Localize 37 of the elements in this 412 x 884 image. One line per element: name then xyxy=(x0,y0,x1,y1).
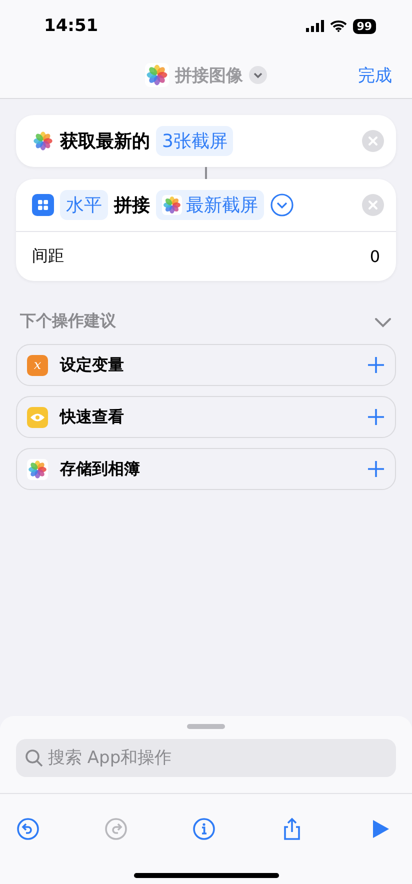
suggestion-item[interactable]: 快速查看 xyxy=(16,396,396,438)
parameter-token[interactable]: 3张截屏 xyxy=(156,126,234,156)
photos-icon xyxy=(162,195,182,215)
battery-level: 99 xyxy=(352,18,376,34)
undo-icon[interactable] xyxy=(16,816,40,840)
photos-icon xyxy=(145,63,169,87)
wifi-icon xyxy=(330,20,347,32)
dropdown-icon[interactable] xyxy=(249,66,267,84)
action-text: 获取最新的 xyxy=(60,130,150,153)
section-title: 下个操作建议 xyxy=(20,311,116,332)
search-field[interactable]: 搜索 App和操作 xyxy=(16,739,396,777)
add-icon[interactable] xyxy=(367,408,385,426)
option-label: 间距 xyxy=(32,246,64,267)
eye-icon xyxy=(27,406,48,428)
status-time: 14:51 xyxy=(44,16,98,36)
expand-icon[interactable] xyxy=(270,193,294,217)
search-icon xyxy=(25,749,43,767)
action-text: 拼接 xyxy=(114,194,150,217)
variable-icon: x xyxy=(27,354,48,376)
signal-icon xyxy=(306,20,324,32)
info-icon[interactable] xyxy=(192,816,216,840)
suggestion-label: 存储到相簿 xyxy=(60,458,141,480)
suggestion-item[interactable]: x 设定变量 xyxy=(16,344,396,386)
photos-icon xyxy=(27,458,48,480)
shortcut-title[interactable]: 拼接图像 xyxy=(175,64,243,86)
add-icon[interactable] xyxy=(367,460,385,478)
grid-icon xyxy=(32,194,54,216)
suggestion-item[interactable]: 存储到相簿 xyxy=(16,448,396,490)
parameter-token[interactable]: 最新截屏 xyxy=(156,190,264,220)
parameter-token[interactable]: 水平 xyxy=(60,190,108,220)
chevron-icon[interactable] xyxy=(374,316,392,328)
add-icon[interactable] xyxy=(367,356,385,374)
suggestion-label: 快速查看 xyxy=(60,406,125,428)
photos-icon xyxy=(32,130,54,152)
option-value[interactable]: 0 xyxy=(370,247,380,266)
suggestion-label: 设定变量 xyxy=(60,354,125,376)
done-button[interactable]: 完成 xyxy=(358,64,392,87)
